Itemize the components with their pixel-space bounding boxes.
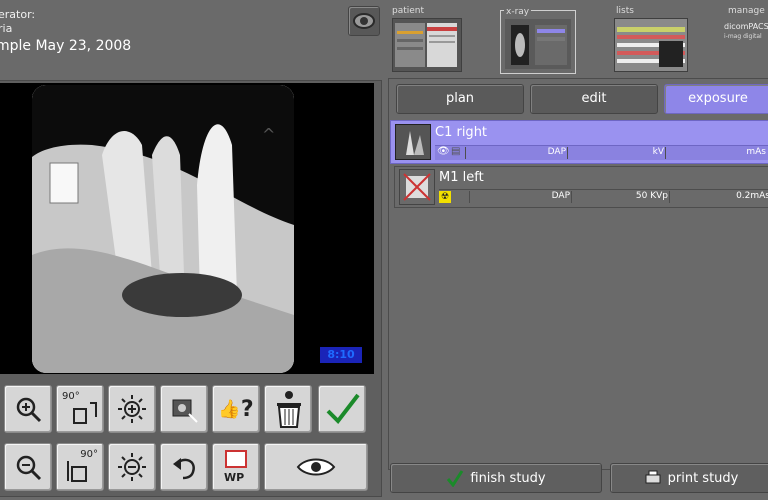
checkmark-icon — [326, 393, 360, 425]
rotate-ccw-icon — [67, 461, 87, 482]
nav-label-patient: patient — [392, 6, 425, 16]
eye-small-icon: 👁 — [437, 146, 450, 157]
window-preset-button[interactable]: WP — [212, 443, 260, 491]
camera-button[interactable] — [348, 6, 380, 36]
exposure-row[interactable]: C1 right 👁 ▤ DAP kV mAs — [390, 120, 768, 164]
xray-image: ^ — [32, 85, 294, 373]
dap-value: DAP — [465, 147, 566, 159]
dental-xray-graphic — [32, 85, 294, 373]
kv-value: 50 KVp — [571, 191, 668, 203]
zoom-out-button[interactable] — [4, 443, 52, 491]
window-preset-icon — [225, 450, 247, 468]
exposure-row[interactable]: M1 left ☢ DAP 50 KVp 0.2mAs — [394, 166, 768, 208]
wp-label: WP — [224, 471, 245, 484]
patient-thumb-icon — [395, 23, 457, 67]
rotate-cw-90-button[interactable]: 90° — [56, 385, 104, 433]
accept-button[interactable] — [318, 385, 366, 433]
exposure-thumb — [395, 124, 431, 160]
dap-value: DAP — [469, 191, 570, 203]
nav-label-lists: lists — [616, 6, 634, 16]
tab-edit[interactable]: edit — [530, 84, 658, 114]
printer-icon — [645, 470, 661, 484]
exposure-params: ☢ DAP 50 KVp 0.2mAs — [439, 189, 768, 204]
finish-study-button[interactable]: finish study — [390, 463, 602, 493]
help-label: ? — [240, 396, 254, 422]
lists-thumb-icon — [615, 19, 687, 71]
trash-icon — [277, 391, 301, 428]
mas-value: 0.2mAs — [669, 191, 768, 203]
rotate-cw-icon — [73, 402, 97, 424]
operator-label: erator: — [0, 8, 36, 21]
finish-check-icon — [447, 470, 464, 487]
zoom-in-icon — [16, 397, 42, 423]
xray-viewer[interactable]: ^ 8:10 — [0, 83, 374, 374]
corner-mark: ^ — [262, 125, 276, 144]
dicom-label: dicomPACS — [724, 22, 768, 31]
exposure-params: 👁 ▤ DAP kV mAs — [435, 145, 768, 160]
nav-label-manage: manage — [728, 6, 765, 16]
help-button[interactable]: 👍 ? — [212, 385, 260, 433]
brightness-up-button[interactable] — [108, 385, 156, 433]
exposure-thumb — [399, 169, 435, 205]
print-study-label: print study — [667, 470, 739, 486]
sample-date: mple May 23, 2008 — [0, 38, 132, 54]
brightness-up-icon — [118, 395, 146, 423]
brightness-down-button[interactable] — [108, 443, 156, 491]
nav-xray-frame[interactable]: x-ray — [500, 7, 576, 74]
zoom-in-button[interactable] — [4, 385, 52, 433]
imag-label: i-mag digital — [724, 33, 762, 40]
view-toggle-button[interactable] — [264, 443, 368, 491]
camera-icon — [353, 13, 375, 29]
nav-label-xray: x-ray — [504, 7, 532, 17]
exposure-title: M1 left — [439, 170, 484, 185]
thumbs-up-icon: 👍 — [218, 398, 241, 420]
nav-thumb-patient[interactable] — [392, 18, 462, 72]
lock-icon: ▤ — [451, 146, 461, 157]
undo-icon — [173, 458, 195, 480]
kv-value: kV — [567, 147, 664, 159]
exposure-title: C1 right — [435, 125, 488, 140]
operator-name: ria — [0, 22, 13, 35]
image-settings-button[interactable] — [160, 385, 208, 433]
tab-exposure[interactable]: exposure — [664, 84, 768, 114]
zoom-badge: 8:10 — [320, 347, 362, 363]
tab-plan[interactable]: plan — [396, 84, 524, 114]
zoom-out-icon — [16, 455, 42, 481]
tooth-thumb-icon — [396, 125, 430, 159]
finish-study-label: finish study — [470, 470, 546, 486]
radiation-icon: ☢ — [439, 191, 451, 203]
trash-button[interactable] — [264, 385, 312, 433]
mas-value: mAs — [665, 147, 766, 159]
undo-button[interactable] — [160, 443, 208, 491]
rotate-ccw-90-button[interactable]: 90° — [56, 443, 104, 491]
eye-icon — [296, 458, 336, 476]
xray-thumb-icon — [505, 19, 571, 69]
crossed-tooth-icon — [403, 173, 431, 201]
print-study-button[interactable]: print study — [610, 463, 768, 493]
nav-thumb-lists[interactable] — [614, 18, 688, 72]
brightness-down-icon — [118, 453, 146, 481]
image-settings-icon — [172, 399, 198, 423]
